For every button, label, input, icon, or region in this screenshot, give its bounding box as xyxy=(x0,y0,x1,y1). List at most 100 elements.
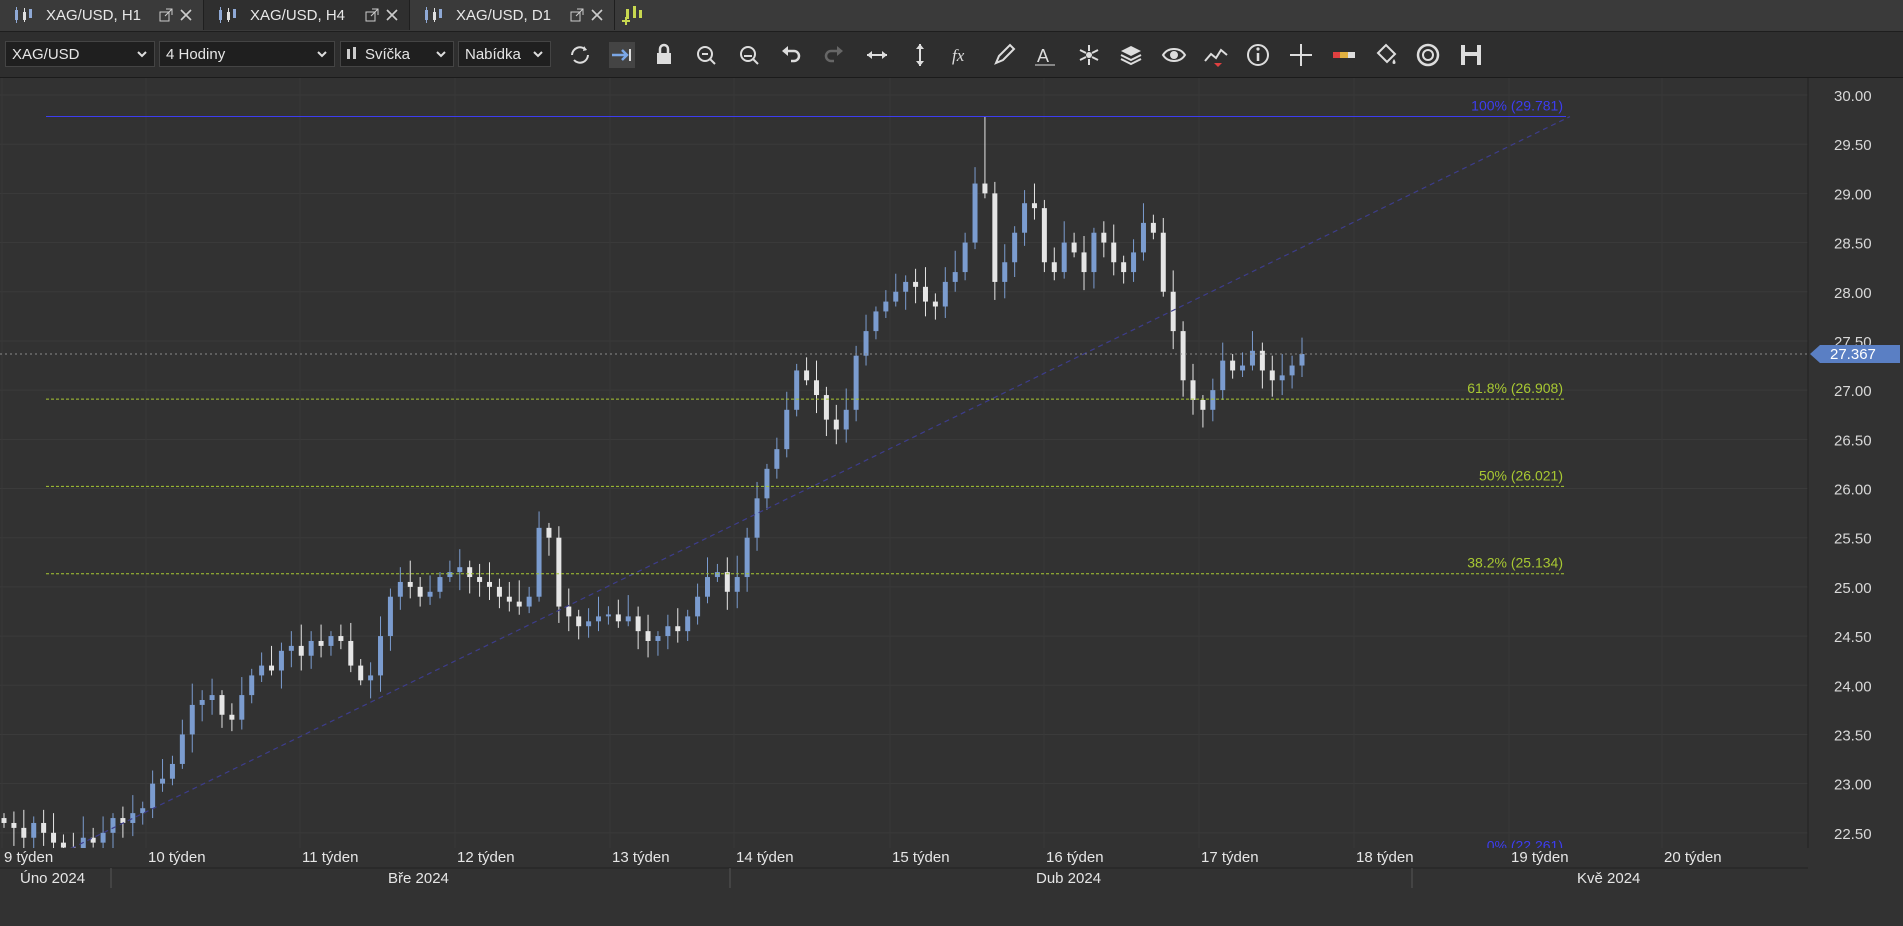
crosshair-icon[interactable] xyxy=(1287,41,1315,69)
candle-body xyxy=(546,527,552,538)
candle-body xyxy=(675,626,681,632)
candle-body xyxy=(1101,232,1107,243)
compare-icon[interactable] xyxy=(1202,41,1230,69)
text-icon[interactable]: A xyxy=(1032,41,1060,69)
candle-body xyxy=(655,636,661,641)
candle-body xyxy=(269,665,275,671)
candle-body xyxy=(308,640,314,656)
candle-body xyxy=(209,695,215,701)
y-tick-label: 23.00 xyxy=(1834,777,1872,794)
candle-body xyxy=(1012,232,1018,263)
color-bar-icon[interactable] xyxy=(1330,41,1358,69)
snapshot-icon[interactable] xyxy=(1414,41,1442,69)
candle-body xyxy=(467,567,473,578)
pop-out-icon[interactable] xyxy=(365,8,379,22)
candle-body xyxy=(1269,370,1275,381)
pop-out-icon[interactable] xyxy=(159,8,173,22)
candle-body xyxy=(615,614,621,622)
y-tick-label: 22.50 xyxy=(1834,826,1872,843)
candle-body xyxy=(1051,262,1057,273)
candle-body xyxy=(427,591,433,597)
candle-body xyxy=(11,822,17,828)
info-icon[interactable] xyxy=(1244,41,1272,69)
candle-body xyxy=(487,581,493,587)
candle-body xyxy=(219,695,225,715)
candle-body xyxy=(1081,252,1087,273)
tab-label: XAG/USD, H4 xyxy=(250,6,346,24)
candle-body xyxy=(41,822,47,833)
refresh-icon[interactable] xyxy=(566,41,594,69)
y-tick-label: 29.00 xyxy=(1834,186,1872,203)
candle-body xyxy=(1091,232,1097,273)
save-icon[interactable] xyxy=(1457,41,1485,69)
price-side-select[interactable]: Nabídka xyxy=(458,41,551,67)
candle-body xyxy=(239,695,245,720)
pattern-icon[interactable] xyxy=(1075,41,1103,69)
indicators-icon[interactable]: fx xyxy=(948,41,976,69)
tab-xagusd-h1[interactable]: XAG/USD, H1 xyxy=(0,0,204,30)
tab-xagusd-d1[interactable]: XAG/USD, D1 xyxy=(410,0,615,30)
chart-type-select[interactable]: Svíčka xyxy=(340,41,454,67)
chevron-down-icon xyxy=(436,51,446,58)
candle-body xyxy=(437,577,443,592)
candle-body xyxy=(229,714,235,720)
timeframe-select[interactable]: 4 Hodiny xyxy=(159,41,335,67)
month-label: Dub 2024 xyxy=(1036,870,1101,887)
zoom-in-icon[interactable] xyxy=(692,41,720,69)
price-chart[interactable]: 30.0029.5029.0028.5028.0027.5027.0026.50… xyxy=(0,78,1903,888)
week-label: 12 týden xyxy=(457,849,515,866)
close-icon[interactable] xyxy=(590,8,604,22)
candle-body xyxy=(962,242,968,273)
undo-icon[interactable] xyxy=(777,41,805,69)
candle-body xyxy=(169,763,175,779)
candle-body xyxy=(31,822,37,838)
candle-body xyxy=(536,527,542,597)
tab-xagusd-h4[interactable]: XAG/USD, H4 xyxy=(204,0,410,30)
chevron-down-icon xyxy=(533,51,543,58)
candlestick-icon xyxy=(219,7,236,23)
chevron-down-icon xyxy=(137,51,147,58)
candle-body xyxy=(893,291,899,302)
candle-body xyxy=(556,537,562,607)
candle-body xyxy=(774,449,780,469)
chart-toolbar: XAG/USD 4 Hodiny Svíčka Nabídka fx A xyxy=(0,32,1903,78)
candle-body xyxy=(387,596,393,637)
week-label: 13 týden xyxy=(612,849,670,866)
candle-body xyxy=(368,675,374,681)
add-chart-tab-icon[interactable] xyxy=(621,4,645,26)
vertical-scale-icon[interactable] xyxy=(906,41,934,69)
candle-body xyxy=(744,537,750,578)
candle-body xyxy=(932,301,938,307)
autoscroll-icon[interactable] xyxy=(608,41,636,69)
redo-icon[interactable] xyxy=(820,41,848,69)
candle-body xyxy=(754,498,760,538)
horizontal-scale-icon[interactable] xyxy=(863,41,891,69)
y-tick-label: 24.00 xyxy=(1834,678,1872,695)
month-label: Úno 2024 xyxy=(20,870,85,887)
candle-body xyxy=(1140,222,1146,253)
eye-icon[interactable] xyxy=(1160,41,1188,69)
pop-out-icon[interactable] xyxy=(570,8,584,22)
candle-body xyxy=(417,586,423,597)
symbol-select[interactable]: XAG/USD xyxy=(5,41,155,67)
candle-body xyxy=(1071,242,1077,253)
chevron-down-icon xyxy=(317,51,327,58)
zoom-out-icon[interactable] xyxy=(735,41,763,69)
paint-bucket-icon[interactable] xyxy=(1372,41,1400,69)
candle-body xyxy=(516,601,522,607)
candle-type-icon xyxy=(347,47,356,59)
close-icon[interactable] xyxy=(179,8,193,22)
pencil-icon[interactable] xyxy=(990,41,1018,69)
layers-icon[interactable] xyxy=(1117,41,1145,69)
candle-body xyxy=(120,818,126,823)
candle-body xyxy=(447,572,453,578)
week-label: 17 týden xyxy=(1201,849,1259,866)
candle-body xyxy=(338,636,344,641)
lock-icon[interactable] xyxy=(650,41,678,69)
candlestick-icon xyxy=(425,7,442,23)
candle-body xyxy=(51,832,57,843)
candle-body xyxy=(586,621,592,627)
candle-body xyxy=(1131,252,1137,273)
close-icon[interactable] xyxy=(385,8,399,22)
y-tick-label: 28.00 xyxy=(1834,285,1872,302)
